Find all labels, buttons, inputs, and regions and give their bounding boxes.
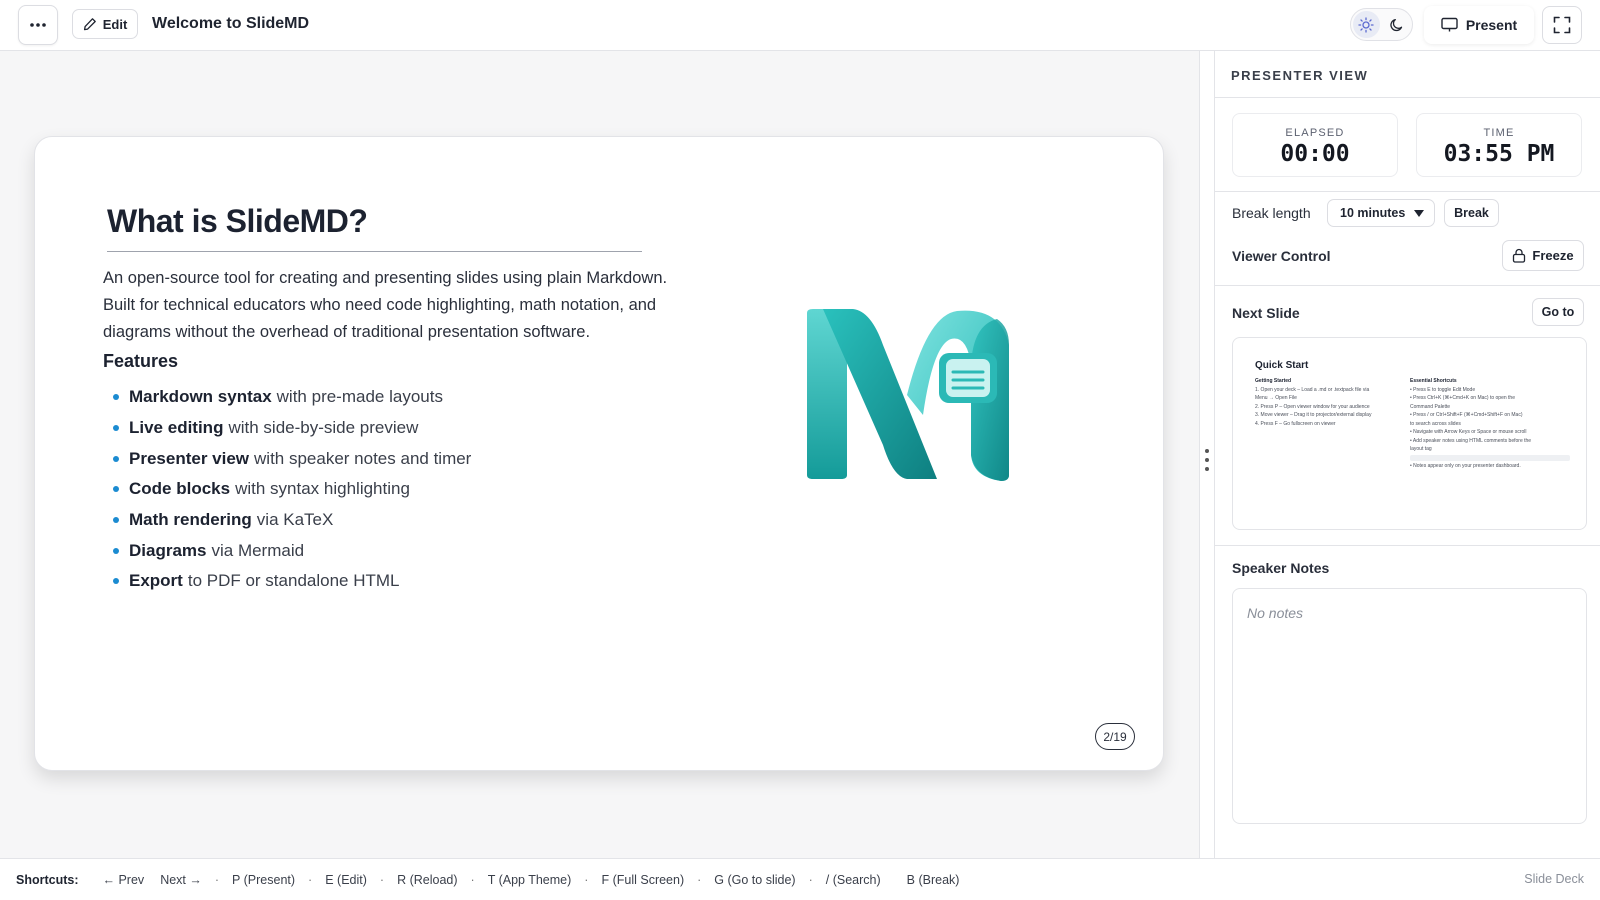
menu-button[interactable] (18, 5, 58, 45)
presenter-view-heading: PRESENTER VIEW (1231, 68, 1369, 83)
drag-handle-icon (1205, 449, 1209, 471)
divider (1215, 191, 1600, 192)
shortcut-present[interactable]: P (Present) (232, 873, 295, 887)
goto-button-label: Go to (1541, 305, 1575, 319)
edit-button-label: Edit (102, 16, 128, 32)
shortcut-fullscreen[interactable]: F (Full Screen) (601, 873, 684, 887)
shortcut-edit[interactable]: E (Edit) (325, 873, 367, 887)
presenter-panel: PRESENTER VIEW ELAPSED 00:00 TIME 03:55 … (1215, 51, 1600, 858)
panel-resize-handle[interactable] (1199, 51, 1215, 858)
pencil-icon (83, 18, 96, 31)
preview-right-column: Essential Shortcuts • Press E to toggle … (1410, 377, 1570, 470)
current-slide[interactable]: What is SlideMD? An open-source tool for… (34, 136, 1164, 771)
bullet-icon (113, 455, 119, 462)
time-label: TIME (1483, 127, 1515, 139)
light-theme-option[interactable] (1353, 11, 1380, 38)
feature-list: Markdown syntax with pre-made layouts Liv… (113, 382, 471, 597)
fullscreen-button[interactable] (1542, 6, 1582, 44)
freeze-button[interactable]: Freeze (1502, 240, 1584, 271)
shortcut-break[interactable]: B (Break) (907, 873, 960, 887)
shortcut-search[interactable]: / (Search) (826, 873, 881, 887)
speaker-notes-empty: No notes (1247, 605, 1304, 621)
top-bar: Edit Welcome to SlideMD Present (0, 0, 1600, 51)
list-item: Export to PDF or standalone HTML (113, 566, 471, 597)
shortcut-prev[interactable]: ← Prev (103, 873, 145, 887)
viewer-control-label: Viewer Control (1232, 248, 1331, 264)
divider (1215, 97, 1600, 98)
bullet-icon (113, 425, 119, 432)
break-button[interactable]: Break (1444, 199, 1499, 227)
goto-button[interactable]: Go to (1532, 298, 1584, 326)
slide-title: What is SlideMD? (107, 203, 368, 239)
shortcuts-label: Shortcuts: (16, 872, 79, 887)
dark-theme-option[interactable] (1384, 11, 1411, 38)
features-heading: Features (103, 351, 179, 371)
present-button[interactable]: Present (1424, 6, 1534, 44)
next-slide-preview[interactable]: Quick Start Getting Started 1. Open your… (1232, 337, 1587, 530)
list-item: Live editing with side-by-side preview (113, 413, 471, 444)
expand-icon (1553, 16, 1571, 34)
list-item: Code blocks with syntax highlighting (113, 474, 471, 505)
break-length-value: 10 minutes (1340, 206, 1406, 220)
divider (1215, 285, 1600, 286)
shortcut-goto[interactable]: G (Go to slide) (714, 873, 795, 887)
preview-left-column: Getting Started 1. Open your deck – Load… (1255, 378, 1372, 427)
monitor-icon (1441, 17, 1458, 32)
bullet-icon (113, 517, 119, 524)
shortcut-next[interactable]: Next → (160, 873, 202, 887)
time-value: 03:55 PM (1443, 141, 1555, 167)
more-horizontal-icon (30, 23, 46, 27)
elapsed-value: 00:00 (1280, 141, 1350, 167)
bullet-icon (113, 547, 119, 554)
break-button-label: Break (1454, 206, 1489, 220)
list-item: Markdown syntax with pre-made layouts (113, 382, 471, 413)
freeze-button-label: Freeze (1532, 248, 1574, 263)
break-length-label: Break length (1232, 205, 1311, 221)
title-divider (107, 251, 642, 252)
shortcut-theme[interactable]: T (App Theme) (488, 873, 572, 887)
slide-intro-paragraph: An open-source tool for creating and pre… (103, 269, 668, 341)
list-item: Presenter view with speaker notes and tim… (113, 443, 471, 474)
present-button-label: Present (1465, 17, 1518, 33)
edit-button[interactable]: Edit (72, 9, 138, 39)
elapsed-label: ELAPSED (1285, 127, 1345, 139)
document-title: Welcome to SlideMD (152, 15, 310, 32)
lock-icon (1513, 248, 1526, 263)
bullet-icon (113, 394, 119, 401)
slidemd-logo (807, 309, 1009, 481)
speaker-notes-box[interactable]: No notes (1232, 588, 1587, 824)
list-item: Diagrams via Mermaid (113, 535, 471, 566)
slide-stage: What is SlideMD? An open-source tool for… (0, 51, 1199, 858)
list-item: Math rendering via KaTeX (113, 505, 471, 536)
divider (1215, 545, 1600, 546)
page-indicator: 2/19 (1095, 723, 1135, 750)
moon-icon (1390, 18, 1402, 31)
shortcuts-bar: Shortcuts: ← Prev Next → · P (Present) ·… (0, 858, 1600, 900)
current-time: TIME 03:55 PM (1416, 113, 1582, 177)
chevron-down-icon (1414, 210, 1424, 217)
speaker-notes-label: Speaker Notes (1232, 560, 1330, 576)
break-length-select[interactable]: 10 minutes (1327, 199, 1435, 227)
next-slide-label: Next Slide (1232, 305, 1300, 321)
elapsed-timer: ELAPSED 00:00 (1232, 113, 1398, 177)
bullet-icon (113, 578, 119, 585)
deck-name: Slide Deck (1524, 872, 1584, 886)
sun-icon (1358, 16, 1374, 33)
preview-title: Quick Start (1255, 360, 1309, 371)
theme-toggle[interactable] (1350, 8, 1413, 41)
bullet-icon (113, 486, 119, 493)
shortcut-reload[interactable]: R (Reload) (397, 873, 457, 887)
